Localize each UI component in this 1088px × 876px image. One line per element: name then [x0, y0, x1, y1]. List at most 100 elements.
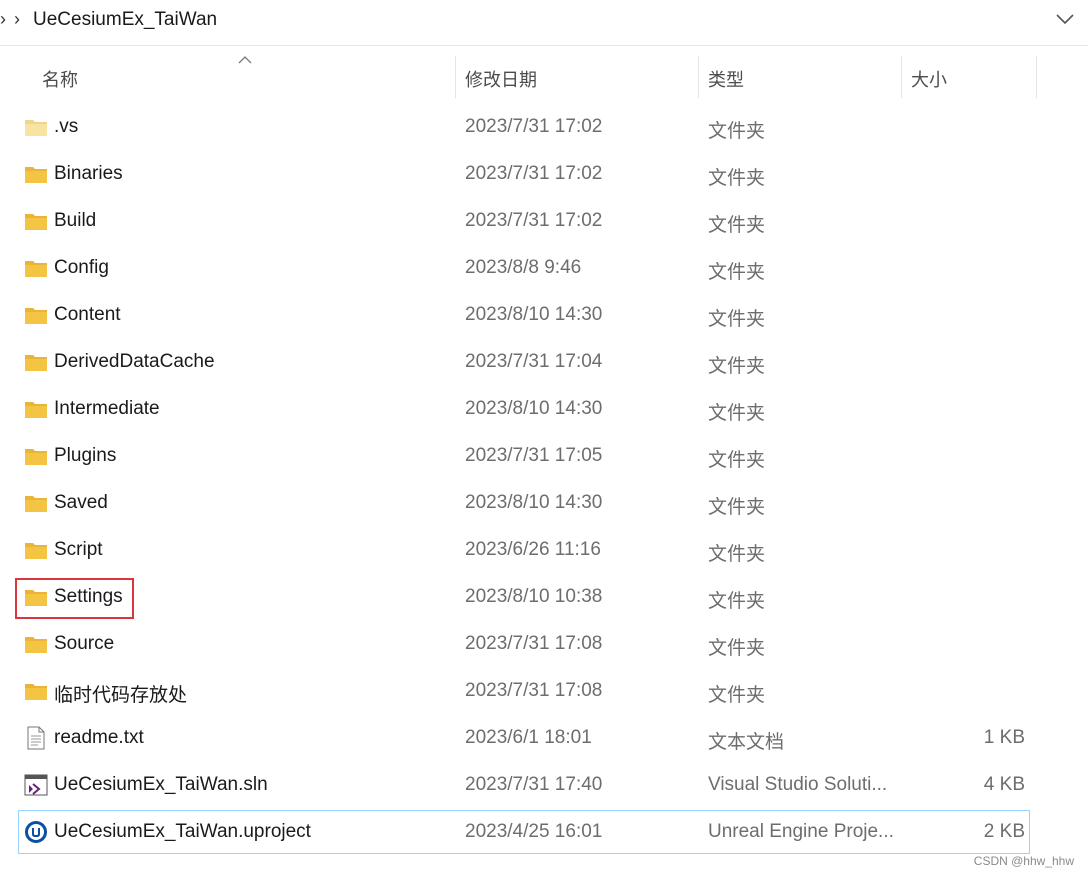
folder-icon [24, 397, 48, 421]
file-name: Saved [54, 492, 108, 513]
column-header-row: 名称 修改日期 类型 大小 [0, 56, 1088, 100]
file-row[interactable]: Script 2023/6/26 11:16 文件夹 [0, 528, 1088, 575]
file-modified-date: 2023/8/8 9:46 [465, 257, 582, 278]
file-modified-date: 2023/7/31 17:08 [465, 680, 603, 701]
folder-icon [24, 303, 48, 327]
file-row[interactable]: Saved 2023/8/10 14:30 文件夹 [0, 481, 1088, 528]
file-size: 1 KB [983, 727, 1025, 748]
folder-icon [24, 538, 48, 562]
folder-icon [24, 444, 48, 468]
folder-icon [24, 209, 48, 233]
file-row[interactable]: Plugins 2023/7/31 17:05 文件夹 [0, 434, 1088, 481]
unreal-engine-icon [24, 820, 48, 844]
file-name: Settings [54, 586, 123, 607]
chevron-right-icon[interactable]: › [14, 9, 20, 30]
file-type: Visual Studio Soluti... [708, 774, 888, 795]
file-modified-date: 2023/7/31 17:02 [465, 210, 603, 231]
file-name: Build [54, 210, 97, 231]
file-type: 文件夹 [708, 356, 766, 377]
file-modified-date: 2023/6/1 18:01 [465, 727, 592, 748]
file-type: 文件夹 [708, 403, 766, 424]
file-name: Config [54, 257, 109, 278]
file-row[interactable]: 临时代码存放处 2023/7/31 17:08 文件夹 [0, 669, 1088, 716]
file-size: 2 KB [983, 821, 1025, 842]
chevron-down-icon[interactable] [1056, 12, 1074, 30]
file-list: .vs 2023/7/31 17:02 文件夹 Binaries 2023/7/31 1… [0, 105, 1088, 857]
file-name: UeCesiumEx_TaiWan.uproject [54, 821, 311, 842]
folder-icon [24, 679, 48, 703]
folder-icon [24, 162, 48, 186]
file-modified-date: 2023/7/31 17:05 [465, 445, 603, 466]
file-modified-date: 2023/8/10 14:30 [465, 398, 603, 419]
watermark: CSDN @hhw_hhw [973, 854, 1074, 868]
file-type: 文件夹 [708, 262, 766, 283]
column-divider[interactable] [698, 56, 699, 98]
file-type: 文件夹 [708, 450, 766, 471]
column-divider[interactable] [455, 56, 456, 98]
file-modified-date: 2023/7/31 17:04 [465, 351, 603, 372]
folder-light-icon [24, 115, 48, 139]
file-type: 文件夹 [708, 685, 766, 706]
folder-icon [24, 585, 48, 609]
chevron-right-icon[interactable]: › [0, 9, 6, 30]
folder-icon [24, 256, 48, 280]
file-type: 文件夹 [708, 215, 766, 236]
file-modified-date: 2023/8/10 14:30 [465, 304, 603, 325]
file-row[interactable]: .vs 2023/7/31 17:02 文件夹 [0, 105, 1088, 152]
folder-icon [24, 632, 48, 656]
file-type: 文件夹 [708, 591, 766, 612]
file-name: DerivedDataCache [54, 351, 215, 372]
file-modified-date: 2023/8/10 14:30 [465, 492, 603, 513]
file-type: Unreal Engine Proje... [708, 821, 894, 842]
column-divider[interactable] [1036, 56, 1037, 98]
column-header-size[interactable]: 大小 [911, 66, 947, 92]
folder-icon [24, 350, 48, 374]
file-type: 文件夹 [708, 121, 766, 142]
file-name: Plugins [54, 445, 117, 466]
file-name: .vs [54, 116, 79, 137]
column-header-type[interactable]: 类型 [708, 66, 744, 92]
file-name: Source [54, 633, 115, 654]
file-row[interactable]: Config 2023/8/8 9:46 文件夹 [0, 246, 1088, 293]
file-type: 文本文档 [708, 732, 785, 753]
file-type: 文件夹 [708, 168, 766, 189]
file-type: 文件夹 [708, 497, 766, 518]
file-type: 文件夹 [708, 544, 766, 565]
file-row[interactable]: UeCesiumEx_TaiWan.uproject 2023/4/25 16:0… [0, 810, 1088, 857]
visual-studio-solution-icon [24, 773, 48, 797]
file-row[interactable]: UeCesiumEx_TaiWan.sln 2023/7/31 17:40 Visu… [0, 763, 1088, 810]
address-bar: › › UeCesiumEx_TaiWan [0, 0, 1088, 46]
file-row[interactable]: Build 2023/7/31 17:02 文件夹 [0, 199, 1088, 246]
file-row[interactable]: Settings 2023/8/10 10:38 文件夹 [0, 575, 1088, 622]
file-modified-date: 2023/8/10 10:38 [465, 586, 603, 607]
file-row[interactable]: Source 2023/7/31 17:08 文件夹 [0, 622, 1088, 669]
file-name: Intermediate [54, 398, 160, 419]
file-name: Script [54, 539, 103, 560]
file-name: Binaries [54, 163, 123, 184]
file-type: 文件夹 [708, 309, 766, 330]
file-row[interactable]: Binaries 2023/7/31 17:02 文件夹 [0, 152, 1088, 199]
sort-ascending-icon [238, 52, 252, 70]
file-row[interactable]: Content 2023/8/10 14:30 文件夹 [0, 293, 1088, 340]
file-modified-date: 2023/7/31 17:08 [465, 633, 603, 654]
file-name: UeCesiumEx_TaiWan.sln [54, 774, 268, 795]
file-name: readme.txt [54, 727, 144, 748]
column-header-name[interactable]: 名称 [42, 66, 78, 92]
folder-icon [24, 491, 48, 515]
file-size: 4 KB [983, 774, 1025, 795]
text-file-icon [24, 726, 48, 750]
file-name: Content [54, 304, 121, 325]
file-modified-date: 2023/7/31 17:02 [465, 116, 603, 137]
column-header-date[interactable]: 修改日期 [465, 66, 537, 92]
file-modified-date: 2023/7/31 17:40 [465, 774, 603, 795]
file-type: 文件夹 [708, 638, 766, 659]
file-modified-date: 2023/6/26 11:16 [465, 539, 601, 560]
file-row[interactable]: readme.txt 2023/6/1 18:01 文本文档 1 KB [0, 716, 1088, 763]
file-row[interactable]: DerivedDataCache 2023/7/31 17:04 文件夹 [0, 340, 1088, 387]
file-modified-date: 2023/7/31 17:02 [465, 163, 603, 184]
file-row[interactable]: Intermediate 2023/8/10 14:30 文件夹 [0, 387, 1088, 434]
file-modified-date: 2023/4/25 16:01 [465, 821, 603, 842]
breadcrumb[interactable]: UeCesiumEx_TaiWan [33, 9, 217, 31]
file-name: 临时代码存放处 [54, 685, 188, 706]
column-divider[interactable] [901, 56, 902, 98]
